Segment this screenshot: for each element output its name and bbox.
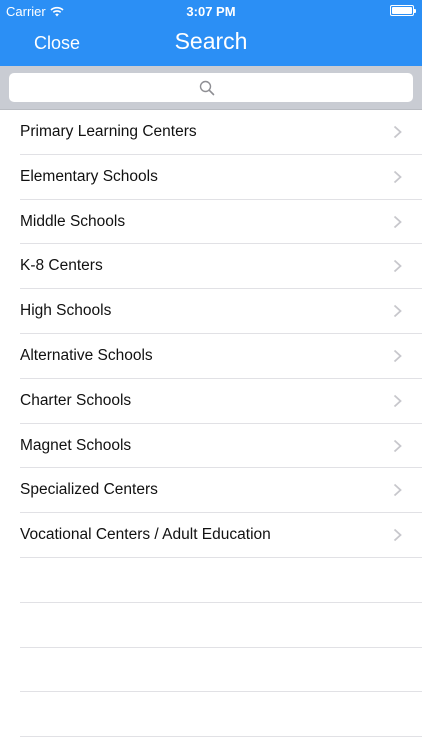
empty-row xyxy=(20,558,422,603)
list-item-k8-centers[interactable]: K-8 Centers xyxy=(20,244,422,290)
list-item-magnet-schools[interactable]: Magnet Schools xyxy=(20,424,422,469)
chevron-right-icon xyxy=(393,439,402,452)
empty-row xyxy=(20,692,422,738)
app-header: Carrier 3:07 PM Close Search xyxy=(0,0,422,66)
list-item-label: High Schools xyxy=(20,302,112,320)
list-item-middle-schools[interactable]: Middle Schools xyxy=(20,200,422,245)
chevron-right-icon xyxy=(393,215,402,228)
list-item-label: Charter Schools xyxy=(20,391,132,409)
battery-icon xyxy=(390,5,416,16)
chevron-right-icon xyxy=(393,349,402,363)
list-item-charter-schools[interactable]: Charter Schools xyxy=(20,379,422,424)
list-item-label: Elementary Schools xyxy=(20,167,158,185)
chevron-right-icon xyxy=(393,170,402,183)
list-item-elementary-schools[interactable]: Elementary Schools xyxy=(20,155,422,200)
chevron-right-icon xyxy=(393,484,402,497)
list-item-high-schools[interactable]: High Schools xyxy=(20,289,422,334)
list-item-label: Magnet Schools xyxy=(20,436,132,454)
list-item-label: Alternative Schools xyxy=(20,346,153,364)
chevron-right-icon xyxy=(393,260,402,273)
chevron-right-icon xyxy=(393,394,402,407)
list-item-primary-learning-centers[interactable]: Primary Learning Centers xyxy=(20,110,422,155)
empty-row xyxy=(20,603,422,648)
list-item-label: Primary Learning Centers xyxy=(20,123,197,140)
list-item-specialized-centers[interactable]: Specialized Centers xyxy=(20,468,422,514)
list-item-alternative-schools[interactable]: Alternative Schools xyxy=(20,334,422,379)
status-bar: Carrier 3:07 PM xyxy=(0,0,422,22)
battery-level xyxy=(392,7,412,14)
status-time: 3:07 PM xyxy=(186,4,236,19)
search-input[interactable] xyxy=(9,73,413,102)
page-title: Search xyxy=(174,28,248,54)
list-item-label: Middle Schools xyxy=(20,212,126,230)
navigation-bar: Close Search xyxy=(0,22,422,66)
list-item-label: K-8 Centers xyxy=(20,257,103,275)
list-item-label: Vocational Centers / Adult Education xyxy=(20,526,271,544)
list-item-label: Specialized Centers xyxy=(20,481,158,499)
category-list: Primary Learning Centers Elementary Scho… xyxy=(0,110,422,738)
search-bar xyxy=(0,66,422,110)
chevron-right-icon xyxy=(393,305,402,318)
chevron-right-icon xyxy=(393,125,402,139)
list-item-vocational-centers[interactable]: Vocational Centers / Adult Education xyxy=(20,513,422,558)
empty-row xyxy=(20,648,422,693)
chevron-right-icon xyxy=(393,529,402,542)
